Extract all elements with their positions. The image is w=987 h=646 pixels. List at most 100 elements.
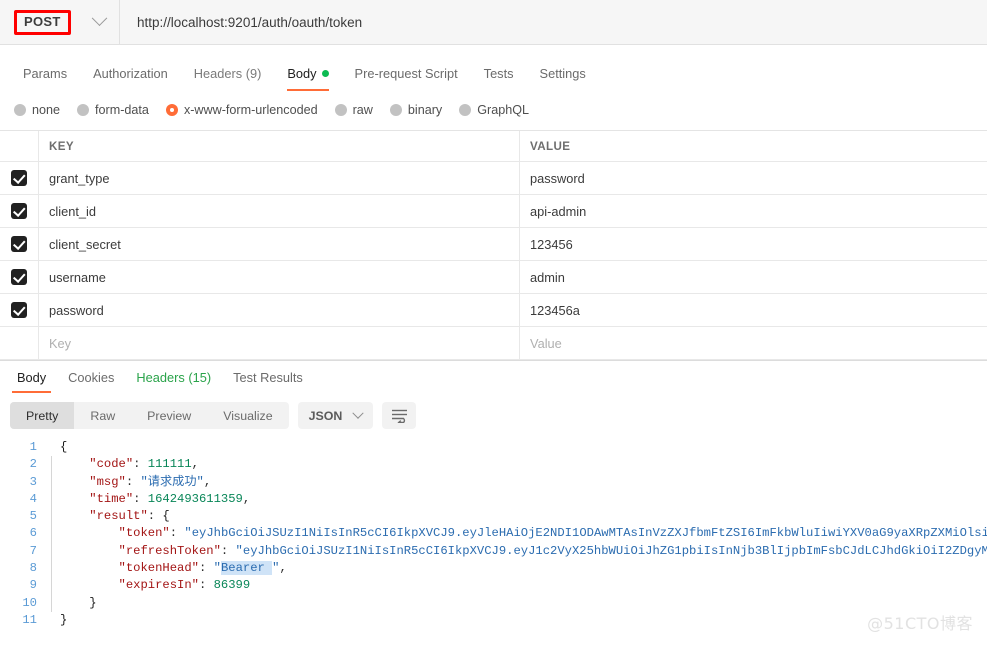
body-type-x-www-form-urlencoded[interactable]: x-www-form-urlencoded	[165, 103, 318, 117]
json-value-token: eyJhbGciOiJSUzI1NiIsInR5cCI6IkpXVCJ9.eyJ…	[191, 526, 987, 541]
code-line: 3 "msg": "请求成功",	[0, 473, 987, 492]
tab-pre-request-script[interactable]: Pre-request Script	[342, 66, 471, 91]
response-tab-body[interactable]: Body	[6, 370, 57, 393]
response-viewer-toolbar: Pretty Raw Preview Visualize JSON	[0, 393, 987, 429]
tab-tests[interactable]: Tests	[471, 66, 527, 91]
row-key[interactable]: username	[39, 261, 520, 293]
body-type-graphql[interactable]: GraphQL	[459, 103, 529, 117]
table-row[interactable]: username admin	[0, 261, 987, 294]
tab-label: Settings	[539, 66, 586, 81]
code-text: "token": "eyJhbGciOiJSUzI1NiIsInR5cCI6Ik…	[60, 525, 987, 542]
radio-icon	[459, 104, 472, 116]
radio-label: binary	[407, 103, 443, 117]
row-value[interactable]: api-admin	[520, 195, 987, 227]
table-row[interactable]: password 123456a	[0, 294, 987, 327]
response-body-json[interactable]: 1{ 2 "code": 111111, 3 "msg": "请求成功", 4 …	[0, 439, 987, 646]
radio-label: form-data	[95, 103, 149, 117]
tab-params[interactable]: Params	[10, 66, 80, 91]
table-row[interactable]: client_secret 123456	[0, 228, 987, 261]
table-new-row[interactable]: Key Value	[0, 327, 987, 360]
line-number: 8	[29, 561, 37, 576]
row-key[interactable]: grant_type	[39, 162, 520, 194]
row-key[interactable]: client_id	[39, 195, 520, 227]
table-row[interactable]: client_id api-admin	[0, 195, 987, 228]
line-number: 4	[29, 491, 37, 506]
line-number: 7	[29, 543, 37, 558]
view-mode-preview[interactable]: Preview	[131, 402, 207, 429]
response-tab-headers[interactable]: Headers (15)	[125, 370, 222, 393]
word-wrap-button[interactable]	[382, 402, 417, 429]
code-text: "time": 1642493611359,	[60, 491, 251, 506]
line-number: 2	[29, 457, 37, 472]
tab-label: Headers (15)	[136, 370, 212, 385]
fold-gutter	[46, 542, 60, 561]
table-row[interactable]: grant_type password	[0, 162, 987, 195]
tab-label: Authorization	[93, 66, 168, 81]
row-checkbox-cell[interactable]	[0, 294, 39, 326]
radio-icon	[334, 104, 347, 116]
checkbox-checked-icon[interactable]	[11, 302, 27, 318]
format-select[interactable]: JSON	[297, 402, 374, 429]
response-tab-cookies[interactable]: Cookies	[57, 370, 125, 393]
response-pane: Body Cookies Headers (15) Test Results P…	[0, 360, 987, 646]
row-value[interactable]: 123456a	[520, 294, 987, 326]
tab-headers[interactable]: Headers (9)	[181, 66, 275, 91]
view-mode-raw[interactable]: Raw	[74, 402, 131, 429]
chevron-down-icon	[352, 407, 365, 419]
json-value-code: 111111	[147, 457, 192, 472]
code-line: 10 }	[0, 594, 987, 613]
checkbox-checked-icon[interactable]	[11, 269, 27, 285]
line-number: 5	[29, 509, 37, 524]
fold-gutter	[46, 439, 60, 456]
fold-gutter	[46, 525, 60, 544]
checkbox-checked-icon[interactable]	[11, 236, 27, 252]
code-text: "tokenHead": "Bearer ",	[60, 561, 287, 576]
tab-settings[interactable]: Settings	[527, 66, 599, 91]
method-selector[interactable]: POST	[0, 0, 120, 44]
code-text: }	[60, 595, 97, 610]
checkbox-checked-icon[interactable]	[11, 170, 27, 186]
checkbox-checked-icon[interactable]	[11, 203, 27, 219]
body-type-radio-group: none form-data x-www-form-urlencoded raw…	[0, 91, 987, 117]
json-value-expires-in: 86399	[213, 578, 251, 593]
row-value[interactable]: admin	[520, 261, 987, 293]
fold-gutter	[46, 577, 60, 595]
watermark: @51CTO博客	[867, 614, 973, 633]
row-checkbox-cell[interactable]	[0, 228, 39, 260]
body-type-raw[interactable]: raw	[334, 103, 373, 117]
tab-label: Headers (9)	[193, 66, 262, 81]
column-header-key: KEY	[39, 131, 520, 161]
body-type-none[interactable]: none	[14, 103, 60, 117]
response-tab-test-results[interactable]: Test Results	[222, 370, 314, 393]
tab-label: Test Results	[233, 370, 303, 385]
row-value[interactable]: 123456	[520, 228, 987, 260]
table-header-row: KEY VALUE	[0, 131, 987, 162]
code-line: 2 "code": 111111,	[0, 456, 987, 474]
code-text: "result": {	[60, 509, 170, 524]
row-checkbox-cell[interactable]	[0, 261, 39, 293]
body-type-binary[interactable]: binary	[389, 103, 443, 117]
fold-gutter	[46, 490, 60, 509]
line-number: 9	[29, 578, 37, 593]
body-params-table: KEY VALUE grant_type password client_id …	[0, 130, 987, 360]
tab-authorization[interactable]: Authorization	[80, 66, 181, 91]
new-row-key-input[interactable]: Key	[39, 327, 520, 359]
row-key[interactable]: client_secret	[39, 228, 520, 260]
new-row-checkbox-cell	[0, 327, 39, 359]
url-input[interactable]: http://localhost:9201/auth/oauth/token	[120, 0, 987, 44]
row-key[interactable]: password	[39, 294, 520, 326]
code-line: 9 "expiresIn": 86399	[0, 577, 987, 595]
tab-body[interactable]: Body	[274, 66, 341, 91]
json-value-refresh-token: eyJhbGciOiJSUzI1NiIsInR5cCI6IkpXVCJ9.eyJ…	[242, 543, 987, 558]
line-number: 6	[29, 526, 37, 541]
new-row-value-input[interactable]: Value	[520, 327, 987, 359]
row-checkbox-cell[interactable]	[0, 162, 39, 194]
radio-label: x-www-form-urlencoded	[183, 103, 318, 117]
json-value-msg: 请求成功	[147, 474, 197, 489]
row-checkbox-cell[interactable]	[0, 195, 39, 227]
body-type-form-data[interactable]: form-data	[77, 103, 149, 117]
line-number: 10	[22, 595, 37, 610]
row-value[interactable]: password	[520, 162, 987, 194]
view-mode-pretty[interactable]: Pretty	[10, 402, 75, 429]
view-mode-visualize[interactable]: Visualize	[207, 402, 288, 429]
